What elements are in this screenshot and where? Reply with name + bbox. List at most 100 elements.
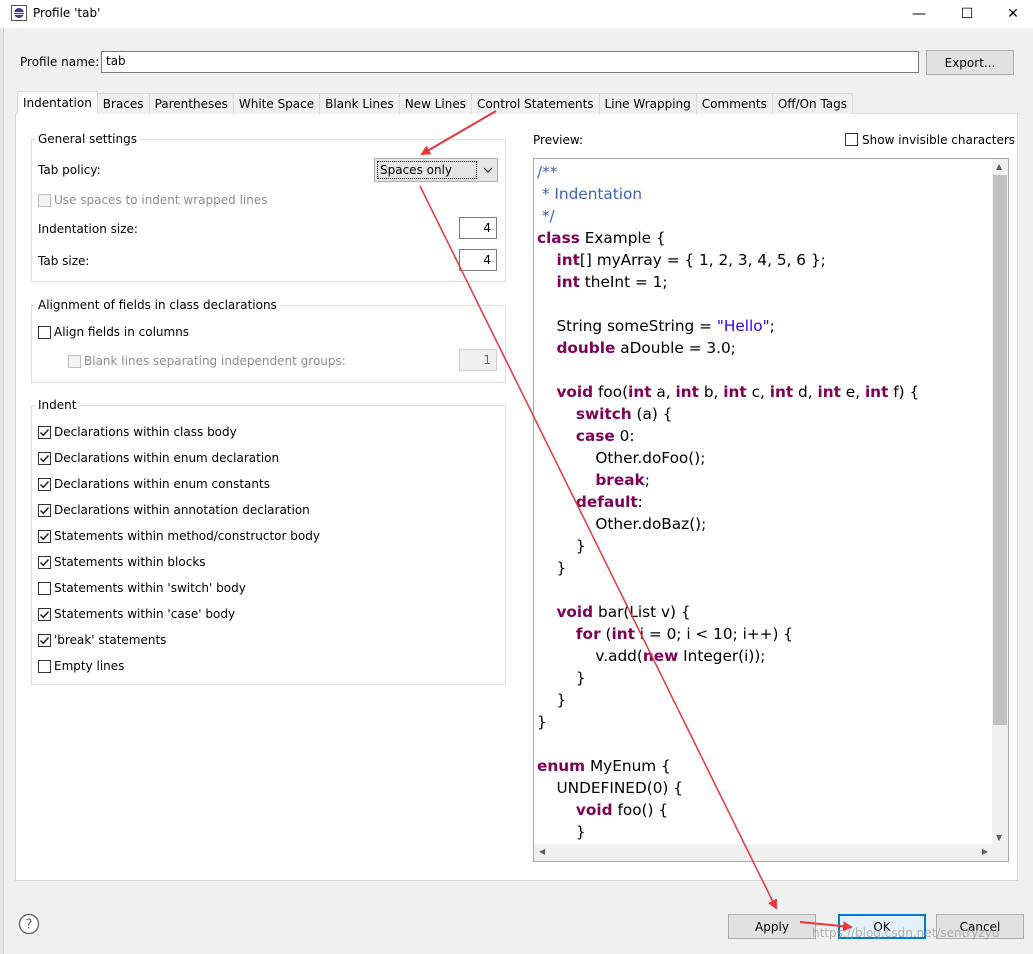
- code-text-segment: i = 0; i < 10; i++) {: [634, 625, 794, 643]
- code-keyword: int: [675, 383, 699, 401]
- code-line: double aDouble = 3.0;: [537, 337, 919, 359]
- indent-option-checkbox[interactable]: [38, 478, 51, 491]
- blank-lines-checkbox[interactable]: [68, 355, 81, 368]
- code-keyword: switch: [575, 405, 632, 423]
- code-text-segment: (: [600, 625, 612, 643]
- apply-button[interactable]: Apply: [728, 914, 816, 939]
- tab-indentation[interactable]: Indentation: [17, 91, 98, 114]
- blank-lines-input: 1: [459, 349, 497, 371]
- code-text-segment: Other.doFoo();: [537, 449, 706, 467]
- check-icon: [39, 558, 50, 567]
- code-line: UNDEFINED(0) {: [537, 777, 919, 799]
- code-text-segment: 0:: [614, 427, 635, 445]
- code-text: /** * Indentation */class Example { int[…: [537, 161, 919, 843]
- code-keyword: for: [575, 625, 601, 643]
- code-comment: /**: [537, 163, 558, 181]
- tab-new-lines[interactable]: New Lines: [398, 93, 472, 114]
- scroll-up-icon[interactable]: ▲: [996, 162, 1002, 171]
- code-keyword: double: [556, 339, 616, 357]
- scroll-right-icon[interactable]: ▶: [982, 847, 988, 856]
- code-line: }: [537, 821, 919, 843]
- code-text-segment: [537, 493, 576, 511]
- help-icon[interactable]: ?: [18, 913, 40, 935]
- code-keyword: class: [537, 229, 580, 247]
- align-fields-checkbox[interactable]: [38, 326, 51, 339]
- code-line: break;: [537, 469, 919, 491]
- maximize-button[interactable]: ☐: [944, 0, 990, 28]
- code-text-segment: foo() {: [612, 801, 669, 819]
- code-text-segment: c,: [746, 383, 770, 401]
- code-line: }: [537, 557, 919, 579]
- code-text-segment: }: [537, 713, 547, 731]
- code-line: Other.doBaz();: [537, 513, 919, 535]
- code-text-segment: [] myArray = { 1, 2, 3, 4, 5, 6 };: [579, 251, 826, 269]
- indent-option-checkbox[interactable]: [38, 452, 51, 465]
- code-line: }: [537, 689, 919, 711]
- profile-name-input[interactable]: tab: [101, 51, 919, 73]
- scroll-left-icon[interactable]: ◀: [539, 847, 545, 856]
- minimize-button[interactable]: —: [896, 0, 942, 28]
- code-text-segment: ;: [769, 317, 775, 335]
- use-spaces-checkbox[interactable]: [38, 194, 51, 207]
- code-text-segment: [537, 383, 556, 401]
- indent-option-checkbox[interactable]: [38, 582, 51, 595]
- tab-comments[interactable]: Comments: [695, 93, 773, 114]
- code-keyword: int: [628, 383, 652, 401]
- indent-option-label: Declarations within enum constants: [54, 477, 270, 491]
- code-line: */: [537, 205, 919, 227]
- code-text-segment: }: [537, 669, 586, 687]
- tab-policy-select[interactable]: Spaces only: [374, 158, 498, 182]
- indentation-size-input[interactable]: 4: [459, 217, 497, 239]
- indent-option-checkbox[interactable]: [38, 556, 51, 569]
- code-keyword: void: [556, 383, 594, 401]
- tab-parentheses[interactable]: Parentheses: [148, 93, 234, 114]
- indent-option-checkbox[interactable]: [38, 608, 51, 621]
- code-text-segment: Integer(i));: [678, 647, 766, 665]
- blank-lines-label: Blank lines separating independent group…: [84, 354, 346, 368]
- check-icon: [39, 506, 50, 515]
- vertical-scroll-thumb[interactable]: [993, 175, 1007, 725]
- code-keyword: break: [595, 471, 645, 489]
- tab-blank-lines[interactable]: Blank Lines: [319, 93, 400, 114]
- code-text-segment: UNDEFINED(0) {: [537, 779, 683, 797]
- indent-option-checkbox[interactable]: [38, 504, 51, 517]
- indent-option-checkbox[interactable]: [38, 530, 51, 543]
- code-keyword: void: [556, 603, 594, 621]
- horizontal-scrollbar[interactable]: ◀ ▶: [534, 844, 993, 861]
- export-button[interactable]: Export...: [926, 50, 1014, 75]
- scroll-down-icon[interactable]: ▼: [996, 833, 1002, 842]
- code-text-segment: }: [537, 537, 586, 555]
- check-icon: [39, 454, 50, 463]
- code-text-segment: d,: [793, 383, 818, 401]
- code-line: void foo() {: [537, 799, 919, 821]
- close-button[interactable]: ✕: [990, 0, 1033, 28]
- indent-option-checkbox[interactable]: [38, 634, 51, 647]
- code-preview: /** * Indentation */class Example { int[…: [533, 158, 1009, 862]
- code-text-segment: v.add(: [537, 647, 643, 665]
- check-icon: [39, 636, 50, 645]
- tab-white-space[interactable]: White Space: [232, 93, 321, 114]
- tab-off-on-tags[interactable]: Off/On Tags: [771, 93, 854, 114]
- code-line: * Indentation: [537, 183, 919, 205]
- code-comment: */: [537, 207, 555, 225]
- indent-option-label: Statements within method/constructor bod…: [54, 529, 320, 543]
- code-text-segment: [537, 251, 556, 269]
- code-text-segment: :: [637, 493, 643, 511]
- vertical-scrollbar[interactable]: ▲ ▼: [992, 159, 1008, 845]
- tab-braces[interactable]: Braces: [96, 93, 150, 114]
- code-keyword: int: [611, 625, 635, 643]
- code-text-segment: f) {: [888, 383, 920, 401]
- tab-size-input[interactable]: 4: [459, 249, 497, 271]
- code-line: Other.doFoo();: [537, 447, 919, 469]
- indent-option-checkbox[interactable]: [38, 426, 51, 439]
- code-keyword: new: [642, 647, 679, 665]
- code-keyword: int: [556, 273, 580, 291]
- code-keyword: int: [817, 383, 841, 401]
- show-invisible-checkbox[interactable]: [845, 133, 858, 146]
- indent-option-checkbox[interactable]: [38, 660, 51, 673]
- eclipse-app-icon: [11, 5, 27, 21]
- tab-control-statements[interactable]: Control Statements: [470, 93, 600, 114]
- code-text-segment: bar(List v) {: [593, 603, 691, 621]
- tab-line-wrapping[interactable]: Line Wrapping: [598, 93, 697, 114]
